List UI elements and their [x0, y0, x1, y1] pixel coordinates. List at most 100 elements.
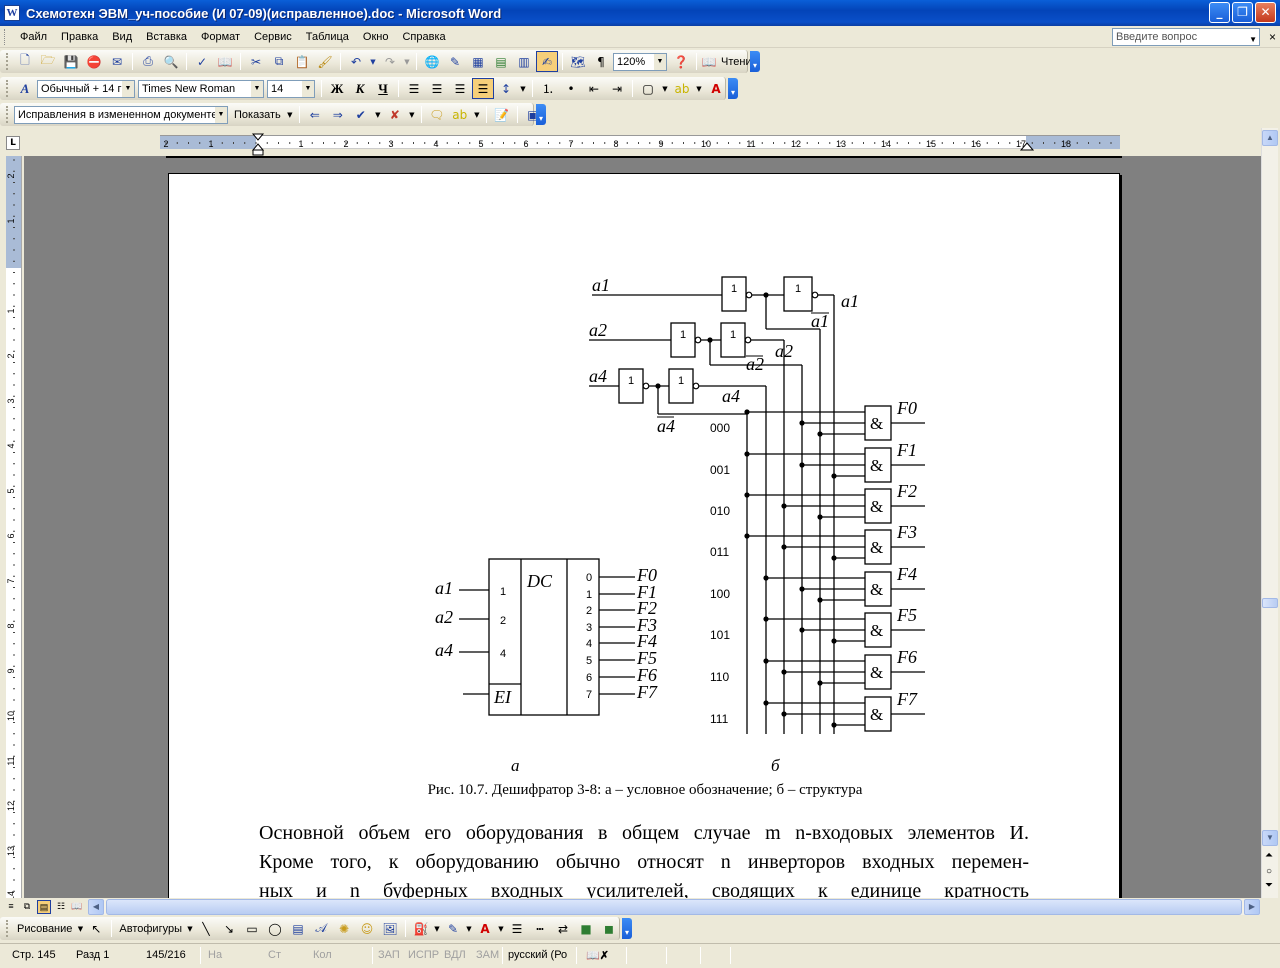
toolbar-grip[interactable]: [6, 80, 9, 97]
autoshapes-dropdown-icon[interactable]: ▼: [186, 918, 194, 939]
maximize-button[interactable]: ❐: [1232, 2, 1253, 23]
accept-change-icon[interactable]: ✔: [350, 104, 372, 125]
toolbar-options-icon[interactable]: ▾: [622, 918, 632, 939]
print-preview-icon[interactable]: 🔍: [160, 51, 182, 72]
align-center-icon[interactable]: ☰: [426, 78, 448, 99]
decrease-indent-icon[interactable]: ⇤: [583, 78, 605, 99]
text-box-icon[interactable]: ▤: [287, 918, 309, 939]
align-right-icon[interactable]: ☰: [449, 78, 471, 99]
zoom-select[interactable]: 120% ▼: [613, 52, 667, 71]
toolbar-options-icon[interactable]: ▾: [750, 51, 760, 72]
font-color-icon[interactable]: A: [705, 78, 727, 99]
toolbar-grip[interactable]: [6, 106, 9, 123]
reject-dropdown-icon[interactable]: ▼: [407, 104, 417, 125]
oval-icon[interactable]: ◯: [264, 918, 286, 939]
menu-tools[interactable]: Сервис: [247, 31, 299, 43]
toolbar-options-icon[interactable]: ▾: [536, 104, 546, 125]
draw-dropdown-icon[interactable]: ▼: [76, 918, 84, 939]
insert-excel-icon[interactable]: ▤: [490, 51, 512, 72]
status-language[interactable]: русский (Ро: [508, 949, 567, 961]
draw-font-color-icon[interactable]: A: [474, 918, 496, 939]
insert-comment-icon[interactable]: 🗨: [426, 104, 448, 125]
underline-button[interactable]: Ч: [372, 78, 394, 99]
select-objects-icon[interactable]: ↖: [85, 918, 107, 939]
document-area[interactable]: a1 1 1 a1 a1 a2 1 1 a2 a2 a4 1 1 a4 a4 & F0 000 & F1 001 & F2 0…: [24, 156, 1262, 898]
draw-font-color-dropdown-icon[interactable]: ▼: [497, 918, 505, 939]
menu-edit[interactable]: Правка: [54, 31, 105, 43]
undo-dropdown-icon[interactable]: ▼: [368, 51, 378, 72]
increase-indent-icon[interactable]: ⇥: [606, 78, 628, 99]
reject-change-icon[interactable]: ✘: [384, 104, 406, 125]
select-browse-object-icon[interactable]: ○: [1266, 866, 1272, 877]
print-layout-icon[interactable]: ▤: [37, 900, 51, 914]
highlight-review-dropdown-icon[interactable]: ▼: [472, 104, 482, 125]
horizontal-scroll-thumb[interactable]: [106, 899, 1242, 915]
toolbar-grip[interactable]: [6, 920, 9, 937]
minimize-button[interactable]: _: [1209, 2, 1230, 23]
arrow-icon[interactable]: ↘: [218, 918, 240, 939]
reading-layout-icon[interactable]: 📖: [70, 900, 84, 914]
chevron-down-icon[interactable]: ▼: [302, 80, 314, 97]
track-changes-icon[interactable]: 📝: [491, 104, 513, 125]
normal-view-icon[interactable]: ≡: [4, 900, 18, 914]
previous-page-icon[interactable]: ⏶: [1265, 850, 1273, 861]
right-indent-marker[interactable]: [1020, 140, 1034, 154]
autoshapes-button[interactable]: Автофигуры: [116, 923, 185, 935]
dash-style-icon[interactable]: ┅: [529, 918, 551, 939]
drawing-icon[interactable]: ✍: [536, 51, 558, 72]
arrow-style-icon[interactable]: ⇄: [552, 918, 574, 939]
next-page-icon[interactable]: ⏷: [1265, 880, 1273, 891]
bold-button[interactable]: Ж: [326, 78, 348, 99]
toolbar-options-icon[interactable]: ▾: [728, 78, 738, 99]
cut-icon[interactable]: ✂: [245, 51, 267, 72]
vertical-ruler[interactable]: 2 1 1 2 3 4 5 6 7 8 9 10 11 12 13 14: [6, 156, 22, 898]
undo-icon[interactable]: ↶: [345, 51, 367, 72]
bullets-icon[interactable]: •: [560, 78, 582, 99]
hyperlink-icon[interactable]: 🌐: [421, 51, 443, 72]
show-dropdown-icon[interactable]: ▼: [285, 104, 295, 125]
display-for-review-select[interactable]: Исправления в измененном документе ▼: [14, 105, 228, 124]
font-select[interactable]: Times New Roman ▼: [138, 79, 264, 98]
justify-icon[interactable]: ☰: [472, 78, 494, 99]
chevron-down-icon[interactable]: ▼: [122, 80, 134, 97]
style-select[interactable]: Обычный + 14 г ▼: [37, 79, 135, 98]
ask-question-input[interactable]: Введите вопрос ▼: [1112, 28, 1260, 46]
status-ext[interactable]: ВДЛ: [444, 949, 466, 961]
status-at[interactable]: На: [208, 949, 222, 961]
tab-selector-icon[interactable]: L: [6, 136, 20, 150]
scroll-thumb[interactable]: [1262, 598, 1278, 608]
paste-icon[interactable]: 📋: [291, 51, 313, 72]
vertical-scrollbar[interactable]: ▲ ▼ ⏶ ○ ⏷: [1261, 128, 1278, 898]
align-left-icon[interactable]: ☰: [403, 78, 425, 99]
menu-file[interactable]: Файл: [13, 31, 54, 43]
scroll-up-icon[interactable]: ▲: [1262, 130, 1278, 146]
chevron-down-icon[interactable]: ▼: [1249, 32, 1257, 48]
shadow-style-icon[interactable]: ■: [575, 918, 597, 939]
clip-art-icon[interactable]: ☺: [356, 918, 378, 939]
highlight-icon[interactable]: ab: [671, 78, 693, 99]
document-map-icon[interactable]: 🗺: [567, 51, 589, 72]
status-line[interactable]: Ст: [268, 949, 281, 961]
format-painter-icon[interactable]: 🖌: [314, 51, 336, 72]
body-paragraph[interactable]: Основной объем его оборудования в общем …: [259, 819, 1029, 898]
email-icon[interactable]: ✉: [106, 51, 128, 72]
menu-format[interactable]: Формат: [194, 31, 247, 43]
redo-dropdown-icon[interactable]: ▼: [402, 51, 412, 72]
chevron-down-icon[interactable]: ▼: [654, 53, 666, 70]
scroll-left-icon[interactable]: ◀: [88, 899, 104, 915]
3d-style-icon[interactable]: ◼: [598, 918, 620, 939]
next-change-icon[interactable]: ⇒: [327, 104, 349, 125]
status-ovr[interactable]: ЗАМ: [476, 949, 499, 961]
word-app-icon[interactable]: W: [4, 5, 20, 21]
line-color-icon[interactable]: ✎: [442, 918, 464, 939]
show-menu-button[interactable]: Показать: [231, 109, 284, 121]
line-spacing-icon[interactable]: ↕: [495, 78, 517, 99]
borders-dropdown-icon[interactable]: ▼: [660, 78, 670, 99]
insert-table-icon[interactable]: ▦: [467, 51, 489, 72]
permission-icon[interactable]: ⛔: [83, 51, 105, 72]
help-icon[interactable]: ❓: [670, 51, 692, 72]
menu-table[interactable]: Таблица: [299, 31, 356, 43]
wordart-icon[interactable]: 𝒜: [310, 918, 332, 939]
toolbar-grip[interactable]: [6, 53, 9, 70]
line-color-dropdown-icon[interactable]: ▼: [465, 918, 473, 939]
